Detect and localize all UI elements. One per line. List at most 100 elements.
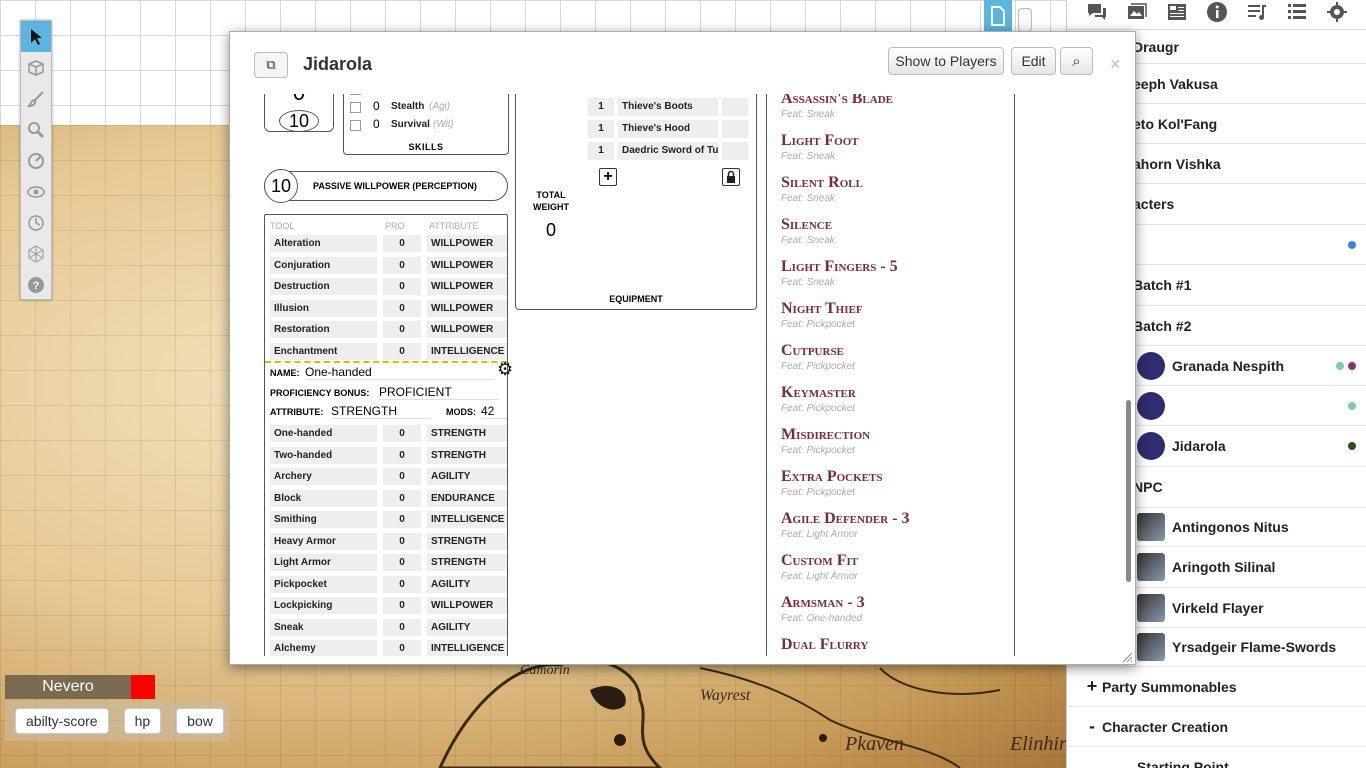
tool-attribute[interactable]: WILLPOWER bbox=[427, 256, 507, 274]
show-to-players-button[interactable]: Show to Players bbox=[888, 47, 1004, 75]
folder-toggle-icon[interactable]: + bbox=[1082, 676, 1102, 697]
ability-score[interactable]: 10 bbox=[279, 110, 319, 132]
brush-tool-icon[interactable] bbox=[21, 83, 51, 114]
tool-attribute[interactable]: WILLPOWER bbox=[427, 321, 507, 338]
layers-tool-icon[interactable] bbox=[21, 52, 51, 83]
tool-attribute[interactable]: INTELLIGENCE bbox=[427, 640, 507, 656]
art-library-icon[interactable] bbox=[1126, 1, 1148, 28]
tool-pro[interactable]: 0 bbox=[383, 299, 421, 317]
tool-name[interactable]: Restoration bbox=[270, 321, 377, 338]
tool-pro[interactable]: 0 bbox=[383, 256, 421, 274]
proficiency-checkbox[interactable] bbox=[350, 102, 361, 113]
tool-name[interactable]: Conjuration bbox=[270, 256, 377, 274]
feature-item[interactable]: Extra Pockets Feat: Pickpocket bbox=[781, 468, 882, 498]
equipment-weight[interactable] bbox=[722, 142, 748, 160]
help-icon[interactable]: ? bbox=[21, 269, 51, 300]
tool-pro[interactable]: 0 bbox=[383, 446, 421, 464]
equipment-weight[interactable] bbox=[722, 98, 748, 116]
mods-input[interactable]: 42 bbox=[481, 404, 507, 419]
edit-button[interactable]: Edit bbox=[1011, 47, 1056, 75]
journal-icon[interactable] bbox=[1166, 1, 1188, 28]
settings-gear-icon[interactable] bbox=[1326, 1, 1348, 28]
tool-name[interactable]: Smithing bbox=[270, 511, 377, 528]
tool-pro[interactable]: 0 bbox=[383, 468, 421, 485]
proficiency-checkbox[interactable] bbox=[350, 94, 361, 95]
tool-pro[interactable]: 0 bbox=[383, 575, 421, 593]
gear-icon[interactable]: ⚙ bbox=[497, 359, 513, 380]
proficiency-select[interactable]: PROFICIENT bbox=[379, 385, 499, 400]
tool-pro[interactable]: 0 bbox=[383, 618, 421, 636]
tool-attribute[interactable]: INTELLIGENCE bbox=[427, 342, 507, 360]
page-toggle[interactable] bbox=[1018, 8, 1032, 32]
journal-folder[interactable]: + Party Summonables bbox=[1067, 667, 1366, 707]
folder-toggle-icon[interactable]: - bbox=[1082, 716, 1102, 737]
tool-name[interactable]: Lockpicking bbox=[270, 597, 377, 614]
feature-item[interactable]: Silence Feat: Sneak bbox=[781, 216, 835, 246]
jukebox-icon[interactable] bbox=[1246, 1, 1268, 28]
add-item-icon[interactable]: + bbox=[599, 168, 617, 186]
tool-name[interactable]: Sneak bbox=[270, 618, 377, 636]
tool-name[interactable]: One-handed bbox=[270, 425, 377, 442]
feature-item[interactable]: Night Thief Feat: Pickpocket bbox=[781, 300, 863, 330]
journal-folder[interactable]: Starting Point bbox=[1067, 747, 1366, 768]
equipment-weight[interactable] bbox=[722, 120, 748, 138]
feature-item[interactable]: Custom Fit Feat: Light Armor bbox=[781, 552, 858, 582]
tool-pro[interactable]: 0 bbox=[383, 235, 421, 252]
popout-icon[interactable]: ⧉ bbox=[254, 52, 288, 78]
feature-item[interactable]: Keymaster Feat: Pickpocket bbox=[781, 384, 856, 414]
feature-item[interactable]: Misdirection Feat: Pickpocket bbox=[781, 426, 870, 456]
tool-attribute[interactable]: AGILITY bbox=[427, 618, 507, 636]
tool-attribute[interactable]: STRENGTH bbox=[427, 446, 507, 464]
tool-attribute[interactable]: WILLPOWER bbox=[427, 235, 507, 252]
feature-item[interactable]: Armsman - 3 Feat: One-handed bbox=[781, 594, 865, 624]
name-input[interactable]: One-handed bbox=[305, 365, 495, 380]
tool-attribute[interactable]: STRENGTH bbox=[427, 532, 507, 550]
tool-attribute[interactable]: STRENGTH bbox=[427, 425, 507, 442]
tool-pro[interactable]: 0 bbox=[383, 640, 421, 656]
tool-pro[interactable]: 0 bbox=[383, 278, 421, 295]
select-tool-icon[interactable] bbox=[21, 21, 51, 52]
macro-button[interactable]: abilty-score bbox=[15, 708, 109, 734]
proficiency-checkbox[interactable] bbox=[350, 120, 361, 131]
tool-name[interactable]: Block bbox=[270, 489, 377, 507]
tool-attribute[interactable]: AGILITY bbox=[427, 575, 507, 593]
dice-tool-icon[interactable] bbox=[21, 238, 51, 269]
tool-pro[interactable]: 0 bbox=[383, 342, 421, 360]
tool-name[interactable]: Pickpocket bbox=[270, 575, 377, 593]
macro-button[interactable]: bow bbox=[176, 708, 224, 734]
feature-item[interactable]: Dual Flurry Feat: One-handed bbox=[781, 636, 868, 656]
tool-pro[interactable]: 0 bbox=[383, 321, 421, 338]
tool-pro[interactable]: 0 bbox=[383, 554, 421, 571]
tool-attribute[interactable]: WILLPOWER bbox=[427, 278, 507, 295]
search-icon[interactable]: ⌕ bbox=[1060, 47, 1093, 75]
feature-item[interactable]: Agile Defender - 3 Feat: Light Armor bbox=[781, 510, 910, 540]
tool-name[interactable]: Alchemy bbox=[270, 640, 377, 656]
equipment-name[interactable]: Thieve's Boots bbox=[618, 98, 718, 116]
tool-name[interactable]: Enchantment bbox=[270, 342, 377, 360]
feature-item[interactable]: Light Foot Feat: Sneak bbox=[781, 132, 859, 162]
tool-name[interactable]: Destruction bbox=[270, 278, 377, 295]
equipment-name[interactable]: Daedric Sword of Tu bbox=[618, 142, 718, 160]
equipment-name[interactable]: Thieve's Hood bbox=[618, 120, 718, 138]
zoom-tool-icon[interactable] bbox=[21, 114, 51, 145]
tool-pro[interactable]: 0 bbox=[383, 532, 421, 550]
feature-item[interactable]: Light Fingers - 5 Feat: Sneak bbox=[781, 258, 898, 288]
fog-tool-icon[interactable] bbox=[21, 176, 51, 207]
tool-name[interactable]: Archery bbox=[270, 468, 377, 485]
chat-icon[interactable] bbox=[1086, 1, 1108, 28]
resize-handle-icon[interactable] bbox=[1121, 650, 1133, 663]
attribute-select[interactable]: STRENGTH bbox=[331, 404, 431, 419]
tool-name[interactable]: Illusion bbox=[270, 299, 377, 317]
tool-attribute[interactable]: INTELLIGENCE bbox=[427, 511, 507, 528]
turn-tracker-icon[interactable] bbox=[21, 207, 51, 238]
tool-pro[interactable]: 0 bbox=[383, 489, 421, 507]
tool-name[interactable]: Light Armor bbox=[270, 554, 377, 571]
close-icon[interactable]: × bbox=[1110, 54, 1121, 75]
tool-name[interactable]: Two-handed bbox=[270, 446, 377, 464]
equipment-qty[interactable]: 1 bbox=[588, 142, 614, 160]
collection-icon[interactable] bbox=[1286, 1, 1308, 28]
player-color-swatch[interactable] bbox=[131, 675, 155, 699]
tool-pro[interactable]: 0 bbox=[383, 597, 421, 614]
tool-attribute[interactable]: STRENGTH bbox=[427, 554, 507, 571]
feature-item[interactable]: Silent Roll Feat: Sneak bbox=[781, 174, 863, 204]
